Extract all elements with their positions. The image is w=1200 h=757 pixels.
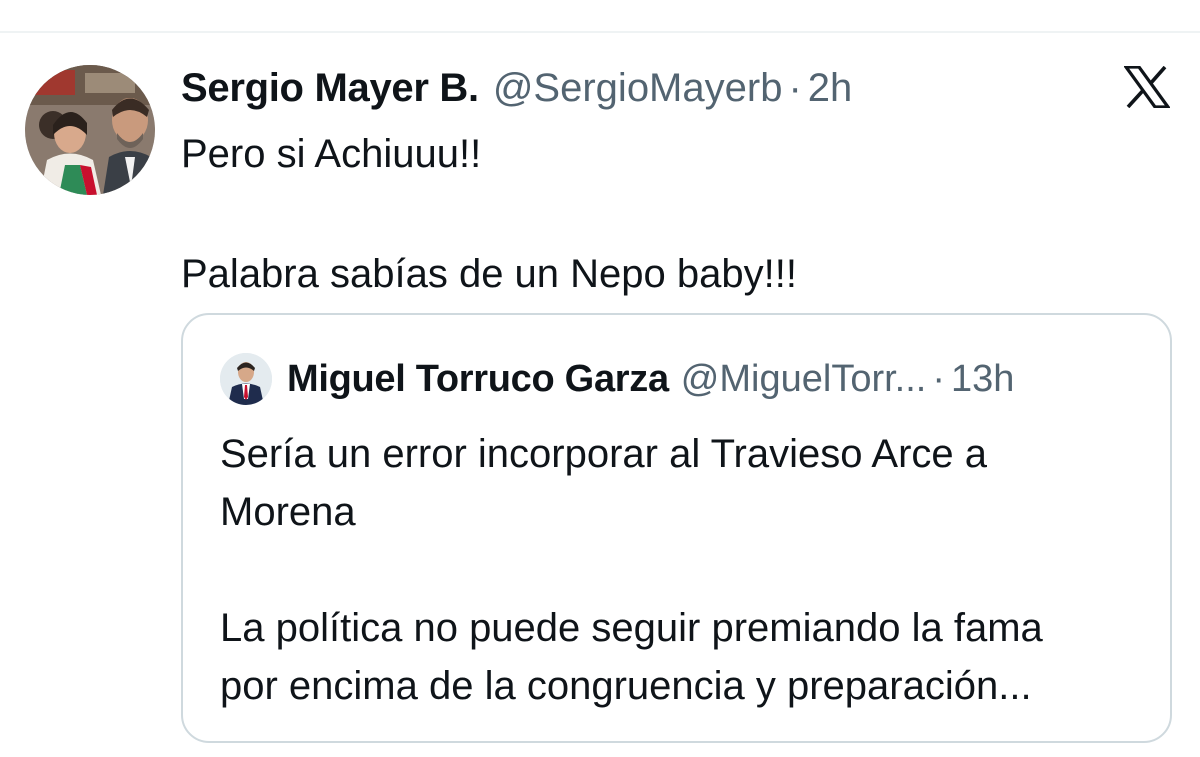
- quoted-text-line: La política no puede seguir premiando la…: [220, 606, 1043, 650]
- author-avatar[interactable]: [25, 65, 155, 195]
- tweet-text: Pero si Achiuuu!! Palabra sabías de un N…: [181, 124, 1141, 304]
- quoted-tweet-text: Sería un error incorporar al Travieso Ar…: [220, 425, 1150, 715]
- quoted-tweet-header: Miguel Torruco Garza @MiguelTorr... · 13…: [287, 355, 1014, 403]
- tweet-header: Sergio Mayer B. @SergioMayerb · 2h: [181, 64, 852, 112]
- quoted-text-line: Morena: [220, 490, 356, 534]
- author-handle[interactable]: @SergioMayerb: [493, 64, 783, 112]
- quoted-text-blank-line: [220, 541, 1150, 599]
- avatar-photo-icon: [220, 353, 272, 405]
- quoted-header-separator: ·: [932, 358, 945, 400]
- quoted-author-avatar[interactable]: [220, 353, 272, 405]
- tweet-text-blank-line: [181, 184, 1141, 244]
- quoted-text-line: por encima de la congruencia y preparaci…: [220, 664, 1032, 708]
- avatar-photo-icon: [25, 65, 155, 195]
- author-display-name[interactable]: Sergio Mayer B.: [181, 64, 479, 112]
- top-divider: [0, 31, 1200, 33]
- quoted-tweet-timestamp[interactable]: 13h: [951, 355, 1014, 403]
- quoted-author-display-name[interactable]: Miguel Torruco Garza: [287, 355, 669, 403]
- header-separator: ·: [788, 66, 802, 110]
- tweet-text-line: Palabra sabías de un Nepo baby!!!: [181, 252, 797, 296]
- quoted-tweet-card[interactable]: Miguel Torruco Garza @MiguelTorr... · 13…: [181, 313, 1172, 743]
- x-logo-icon: [1122, 65, 1172, 109]
- quoted-text-line: Sería un error incorporar al Travieso Ar…: [220, 432, 988, 476]
- tweet-timestamp[interactable]: 2h: [808, 64, 853, 112]
- quoted-author-handle[interactable]: @MiguelTorr...: [681, 355, 927, 403]
- tweet-text-line: Pero si Achiuuu!!: [181, 132, 482, 176]
